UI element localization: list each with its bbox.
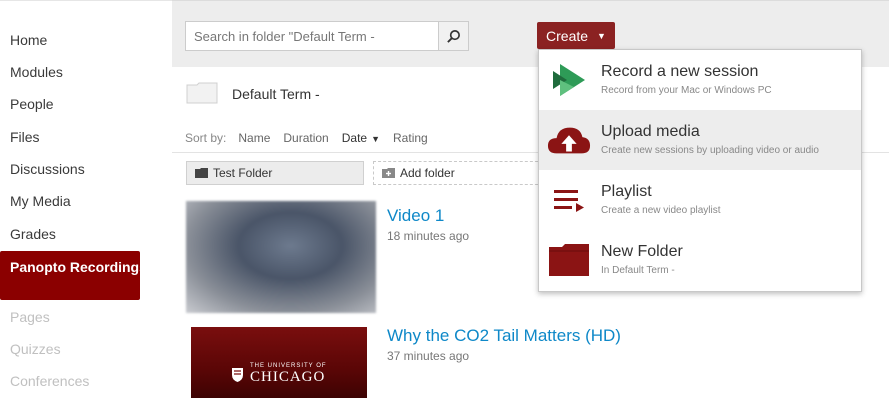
nav-item-pages: Pages — [10, 309, 50, 325]
menu-item-title: Record a new session — [601, 63, 759, 80]
add-folder-label: Add folder — [400, 166, 455, 180]
search-icon — [447, 29, 460, 43]
logo-text-line2: CHICAGO — [250, 369, 326, 385]
session-thumbnail[interactable] — [186, 201, 376, 313]
university-logo: THE UNIVERSITY OF CHICAGO — [231, 363, 327, 386]
nav-item-modules[interactable]: Modules — [10, 64, 63, 80]
menu-item-new-folder[interactable]: New Folder In Default Term - — [539, 230, 861, 290]
nav-item-quizzes: Quizzes — [10, 341, 61, 357]
nav-item-my-media[interactable]: My Media — [10, 193, 71, 209]
sort-bar: Sort by: Name Duration Date ▼ Rating — [185, 131, 441, 145]
session-thumbnail[interactable]: THE UNIVERSITY OF CHICAGO — [191, 327, 367, 398]
caret-down-icon: ▼ — [597, 30, 606, 41]
add-folder-button[interactable]: Add folder — [373, 161, 543, 185]
folder-icon — [186, 82, 218, 104]
create-button[interactable]: Create ▼ — [537, 22, 615, 49]
sort-label: Sort by: — [185, 131, 227, 145]
session-time: 37 minutes ago — [387, 349, 470, 363]
folder-title: Default Term - — [232, 86, 320, 102]
folder-icon — [195, 168, 208, 178]
nav-item-home[interactable]: Home — [10, 32, 47, 48]
create-button-label: Create — [546, 27, 589, 44]
menu-item-title: Playlist — [601, 183, 652, 200]
nav-item-discussions[interactable]: Discussions — [10, 161, 85, 177]
sort-desc-icon: ▼ — [371, 134, 381, 144]
menu-item-subtitle: Record from your Mac or Windows PC — [601, 85, 772, 96]
nav-item-grades[interactable]: Grades — [10, 226, 56, 242]
nav-item-panopto-recordings[interactable]: Panopto Recordings — [0, 251, 147, 300]
menu-item-record-session[interactable]: Record a new session Record from your Ma… — [539, 50, 861, 110]
menu-item-title: New Folder — [601, 243, 683, 260]
search-input[interactable] — [186, 22, 426, 50]
subfolder-test-folder[interactable]: Test Folder — [186, 161, 364, 185]
menu-item-playlist[interactable]: Playlist Create a new video playlist — [539, 170, 861, 230]
menu-item-upload-media[interactable]: Upload media Create new sessions by uplo… — [539, 110, 861, 170]
create-menu: Record a new session Record from your Ma… — [538, 49, 862, 292]
nav-item-files[interactable]: Files — [10, 129, 40, 145]
sort-duration[interactable]: Duration — [283, 131, 328, 145]
add-folder-icon — [382, 168, 395, 178]
session-time: 18 minutes ago — [387, 229, 470, 243]
sort-rating[interactable]: Rating — [393, 131, 428, 145]
folder-icon — [547, 240, 591, 280]
sort-name[interactable]: Name — [238, 131, 270, 145]
session-title[interactable]: Video 1 — [387, 206, 444, 226]
search-box — [185, 21, 469, 51]
sort-date[interactable]: Date ▼ — [342, 131, 380, 145]
cloud-upload-icon — [547, 120, 591, 160]
panopto-record-icon — [547, 60, 591, 100]
menu-item-subtitle: Create new sessions by uploading video o… — [601, 145, 819, 156]
shield-icon — [232, 367, 243, 382]
session-title[interactable]: Why the CO2 Tail Matters (HD) — [387, 326, 621, 346]
playlist-icon — [547, 180, 591, 220]
menu-item-title: Upload media — [601, 123, 700, 140]
subfolder-label: Test Folder — [213, 166, 273, 180]
menu-item-subtitle: Create a new video playlist — [601, 205, 721, 216]
nav-item-conferences: Conferences — [10, 373, 90, 389]
menu-item-subtitle: In Default Term - — [601, 265, 675, 276]
search-button[interactable] — [438, 22, 468, 50]
nav-item-people[interactable]: People — [10, 96, 54, 112]
top-divider — [0, 0, 172, 1]
